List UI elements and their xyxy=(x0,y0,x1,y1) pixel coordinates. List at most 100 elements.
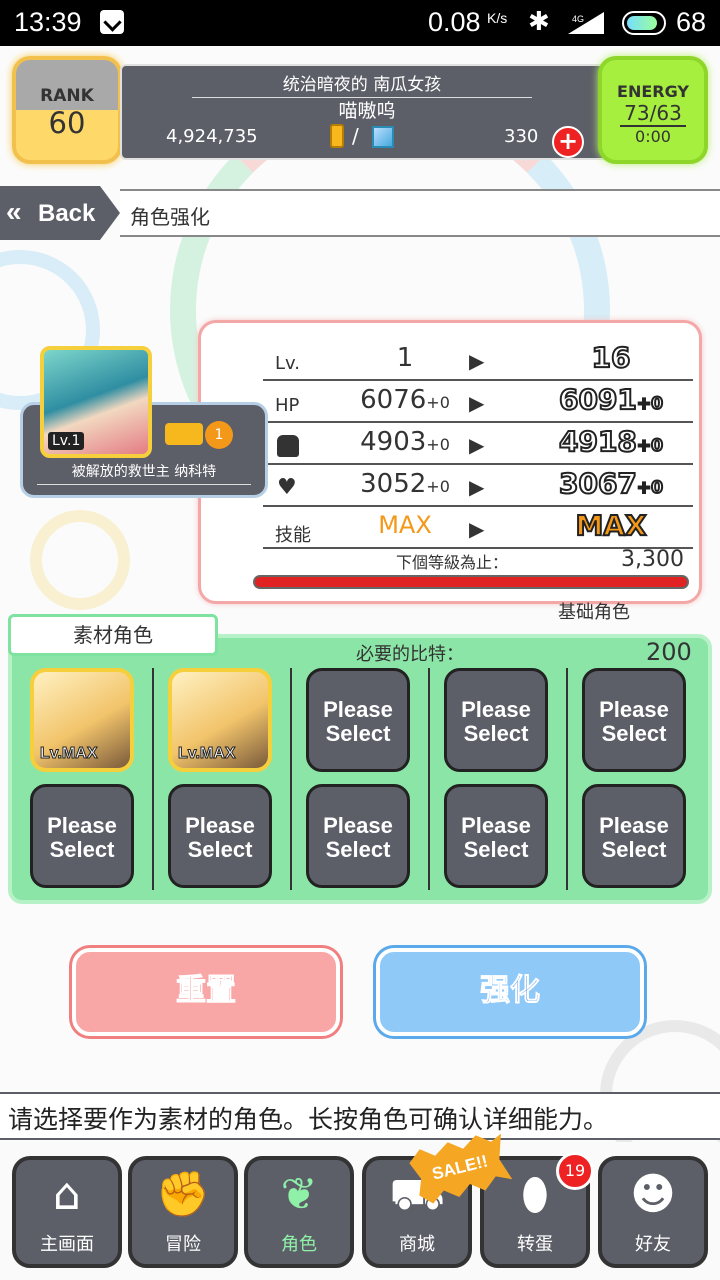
stat-current: 3052+0 xyxy=(360,469,450,499)
material-level: Lv.MAX xyxy=(177,745,236,763)
stat-current: 4903+0 xyxy=(360,427,450,457)
handshake-icon: ✊ xyxy=(155,1169,211,1220)
arrow-right-icon: ▶ xyxy=(469,475,485,499)
stat-next: 4918+0 xyxy=(558,424,664,459)
status-time: 13:39 xyxy=(14,7,82,37)
tab-home[interactable]: ⌂ 主画面 xyxy=(12,1156,122,1268)
material-slot-empty[interactable]: Please Select xyxy=(168,784,272,888)
tab-adventure[interactable]: ✊ 冒险 xyxy=(128,1156,238,1268)
stat-next: 16 xyxy=(591,340,632,375)
friends-icon: ☻ xyxy=(630,1169,676,1220)
gold-coin-icon xyxy=(330,124,344,148)
material-slot-empty[interactable]: Please Select xyxy=(444,784,548,888)
material-slot-empty[interactable]: Please Select xyxy=(582,668,686,772)
hint-bar: 请选择要作为素材的角色。长按角色可确认详细能力。 xyxy=(0,1092,720,1140)
divider xyxy=(37,484,251,485)
heart-icon: ♥ xyxy=(277,475,297,500)
arrow-right-icon: ▶ xyxy=(469,517,485,541)
energy-value: 73/63 xyxy=(624,101,682,125)
rank-label: RANK xyxy=(40,86,94,106)
hint-text: 请选择要作为素材的角色。长按角色可确认详细能力。 xyxy=(8,1105,609,1134)
materials-tab: 素材角色 xyxy=(8,614,218,656)
player-title: 统治暗夜的 南瓜女孩 xyxy=(192,70,532,98)
rank-box: RANK 60 xyxy=(12,56,122,164)
battery-icon xyxy=(622,11,666,35)
stat-label: 技能 xyxy=(275,525,311,546)
material-slot-empty[interactable]: Please Select xyxy=(306,784,410,888)
tab-characters[interactable]: ❦ 角色 xyxy=(244,1156,354,1268)
reset-button[interactable]: 重置 xyxy=(72,948,340,1036)
notification-app-icon xyxy=(100,10,124,34)
tab-friends[interactable]: ☻ 好友 xyxy=(598,1156,708,1268)
network-speed: 0.08 xyxy=(428,7,481,37)
home-icon: ⌂ xyxy=(53,1169,81,1220)
currency-separator: / xyxy=(352,124,359,148)
next-level-label: 下個等級為止： xyxy=(396,553,509,572)
back-label: Back xyxy=(38,200,96,227)
stat-row-heart: ♥ 3052+0 ▶ 3067+0 xyxy=(263,465,693,507)
stat-next: MAX xyxy=(574,508,647,543)
double-chevron-left-icon: « xyxy=(6,196,22,227)
stats-panel: Lv. 1 ▶ 16 HP 6076+0 ▶ 6091+0 4903+0 ▶ 4… xyxy=(198,320,702,604)
tab-label: 商城 xyxy=(399,1234,435,1255)
tab-label: 冒险 xyxy=(165,1234,201,1255)
arrow-right-icon: ▶ xyxy=(469,349,485,373)
tab-label: 好友 xyxy=(635,1234,671,1255)
notification-badge: 19 xyxy=(556,1152,594,1190)
rank-value: 60 xyxy=(48,106,86,140)
material-slot-empty[interactable]: Please Select xyxy=(306,668,410,772)
status-bar: 13:39 0.08 K/s ✱ 4G 68 xyxy=(0,0,720,46)
enhance-button[interactable]: 强化 xyxy=(376,948,644,1036)
divider xyxy=(152,668,154,890)
player-header: RANK 60 统治暗夜的 南瓜女孩 喵嗷呜 4,924,735 / 330 +… xyxy=(0,46,720,176)
page-title-bar: 角色强化 xyxy=(120,189,720,237)
back-button[interactable]: « Back xyxy=(0,186,120,240)
network-speed-unit: K/s xyxy=(487,10,508,26)
stat-current: MAX xyxy=(378,511,432,539)
character-name: 被解放的救世主 纳科特 xyxy=(71,464,217,480)
stat-row-level: Lv. 1 ▶ 16 xyxy=(263,339,693,381)
stat-current: 1 xyxy=(396,343,414,373)
material-slot-empty[interactable]: Please Select xyxy=(582,784,686,888)
material-slot-filled[interactable]: Lv.MAX xyxy=(30,668,134,772)
arrow-right-icon: ▶ xyxy=(469,433,485,457)
character-portrait[interactable]: Lv.1 xyxy=(40,346,152,458)
tab-label: 角色 xyxy=(281,1234,317,1255)
next-level-value: 3,300 xyxy=(621,547,684,572)
gold-amount: 4,924,735 xyxy=(166,126,258,147)
gem-amount: 330 xyxy=(504,126,539,147)
page-title: 角色强化 xyxy=(130,205,210,229)
stat-next: 6091+0 xyxy=(558,382,664,417)
background-ornament xyxy=(30,510,130,610)
stat-next: 3067+0 xyxy=(558,466,664,501)
energy-box[interactable]: ENERGY 73/63 0:00 xyxy=(598,56,708,164)
rarity-star-icon xyxy=(165,423,203,445)
player-info-bar: 统治暗夜的 南瓜女孩 喵嗷呜 4,924,735 / 330 + xyxy=(120,64,610,160)
player-name: 喵嗷呜 xyxy=(338,100,396,122)
gem-icon xyxy=(372,126,394,148)
arrow-right-icon: ▶ xyxy=(469,391,485,415)
divider xyxy=(428,668,430,890)
level-badge: 1 xyxy=(205,421,233,449)
energy-timer: 0:00 xyxy=(620,125,686,146)
bottom-nav: ⌂ 主画面 ✊ 冒险 ❦ 角色 ⛟ 商城 ⬮ 转蛋 ☻ 好友 xyxy=(0,1142,720,1280)
add-gems-button[interactable]: + xyxy=(552,126,584,158)
rabbit-icon: ❦ xyxy=(280,1169,318,1220)
stat-row-hp: HP 6076+0 ▶ 6091+0 xyxy=(263,381,693,423)
stat-current: 6076+0 xyxy=(360,385,450,415)
character-level: Lv.1 xyxy=(48,432,85,450)
material-slot-empty[interactable]: Please Select xyxy=(30,784,134,888)
stat-row-attack: 4903+0 ▶ 4918+0 xyxy=(263,423,693,465)
divider xyxy=(290,668,292,890)
material-level: Lv.MAX xyxy=(39,745,98,763)
material-slot-filled[interactable]: Lv.MAX xyxy=(168,668,272,772)
page-nav: 角色强化 « Back xyxy=(0,186,720,240)
energy-label: ENERGY xyxy=(617,82,689,101)
tab-label: 转蛋 xyxy=(517,1234,553,1255)
tab-label: 主画面 xyxy=(40,1234,94,1255)
material-slot-empty[interactable]: Please Select xyxy=(444,668,548,772)
stat-label: HP xyxy=(275,395,300,416)
base-character-label: 基础角色 xyxy=(558,602,630,623)
network-type: 4G xyxy=(572,14,584,24)
stat-row-skill: 技能 MAX ▶ MAX xyxy=(263,507,693,549)
